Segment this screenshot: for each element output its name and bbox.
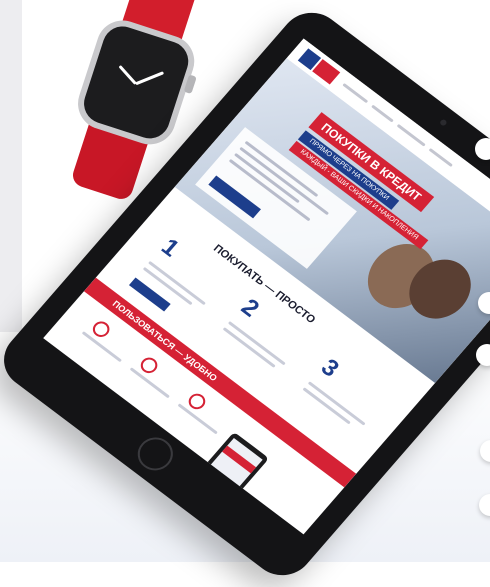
step-text: [227, 321, 286, 366]
watch-hour-hand: [118, 65, 137, 85]
nav-link: [371, 104, 394, 123]
nav-link: [428, 147, 453, 168]
step-text: [307, 381, 366, 426]
benefit-icon: [89, 318, 113, 341]
promo-tablet-image: [197, 431, 270, 501]
edge-circle: [475, 138, 490, 160]
hero-banner: ПОКУПКИ В КРЕДИТ ПРЯМО ЧЕРЕЗ НА ПОКУПКИ …: [174, 58, 490, 384]
promo-tablet-band: [222, 445, 257, 474]
watch-face: [78, 21, 194, 144]
tablet-home-button: [130, 430, 181, 478]
benefit-icon: [137, 354, 161, 377]
nav-link: [342, 82, 369, 104]
step-number: 1: [155, 233, 185, 263]
benefit-icon: [185, 390, 209, 413]
step-number: 2: [235, 293, 265, 323]
step-text: [222, 327, 276, 368]
promo-tablet-screen: [206, 438, 263, 492]
nav-link: [396, 123, 426, 147]
watch-minute-hand: [135, 71, 165, 86]
hero-button: [208, 175, 261, 219]
step-number: 3: [315, 353, 345, 383]
tablet-camera: [439, 118, 448, 127]
